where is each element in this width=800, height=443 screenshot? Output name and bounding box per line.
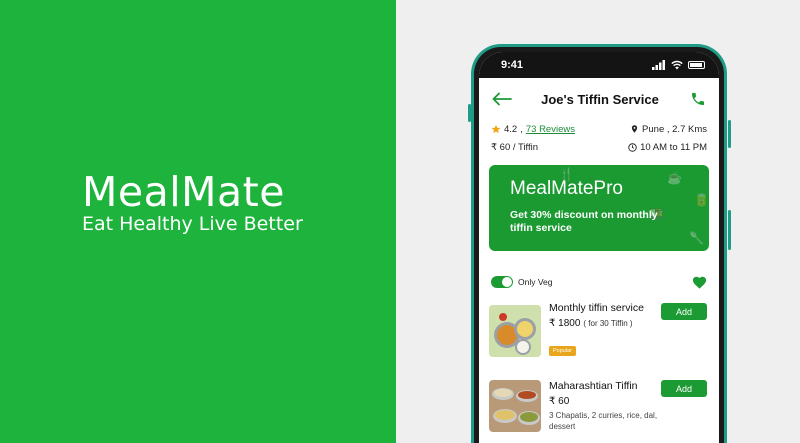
only-veg-label: Only Veg (518, 277, 553, 287)
item-name: Maharashtian Tiffin (549, 380, 638, 392)
item-price: ₹ 1800 (549, 318, 581, 329)
item-price-row: ₹ 1800( for 30 Tiffin ) (549, 318, 633, 329)
heart-icon[interactable] (692, 275, 707, 289)
info-row-price: ₹ 60 / Tiffin 10 AM to 11 PM (479, 138, 719, 156)
reviews-link[interactable]: 73 Reviews (526, 124, 575, 135)
only-veg-toggle[interactable]: Only Veg (491, 276, 553, 288)
brand-name: MealMate (82, 168, 285, 216)
promo-banner[interactable]: 🍴 ☕ 🥫 🍱 🥄 MealMatePro Get 30% discount o… (489, 165, 709, 251)
item-price-note: ( for 30 Tiffin ) (583, 319, 633, 328)
item-price: ₹ 60 (549, 396, 570, 407)
status-icons (652, 60, 705, 70)
toggle-switch[interactable] (491, 276, 513, 288)
brand-panel: MealMate Eat Healthy Live Better (0, 0, 396, 443)
promo-brand: MealMate (510, 178, 594, 199)
location-info: Pune , 2.7 Kms (630, 124, 707, 135)
food-doodle-icon: ☕ (667, 171, 682, 185)
status-bar: 9:41 (479, 52, 719, 78)
back-arrow-icon[interactable] (491, 88, 513, 110)
rating-value: 4.2 (504, 123, 518, 135)
tiffin-thumbnail (489, 380, 541, 432)
opening-hours: 10 AM to 11 PM (640, 141, 707, 153)
rating-info: 4.2, 73 Reviews (491, 124, 575, 135)
app-header: Joe's Tiffin Service (479, 78, 719, 120)
phone-mockup: 9:41 Joe's Tiffin Service 4.2 , 73 Revie… (471, 44, 727, 443)
rating-separator: , (520, 123, 523, 135)
status-time: 9:41 (501, 59, 524, 71)
hours-info: 10 AM to 11 PM (628, 142, 707, 153)
clock-icon (628, 142, 637, 152)
promo-pro: Pro (593, 178, 623, 199)
food-doodle-icon: 🥄 (689, 231, 704, 245)
add-button[interactable]: Add (661, 380, 707, 397)
info-row-rating: 4.2, 73 Reviews Pune , 2.7 Kms (479, 120, 719, 138)
battery-icon (688, 61, 705, 69)
app-screen: 9:41 Joe's Tiffin Service 4.2 , 73 Revie… (479, 52, 719, 443)
item-name: Monthly tiffin service (549, 302, 644, 314)
item-description: 3 Chapatis, 2 curries, rice, dal, desser… (549, 411, 658, 431)
wifi-icon (671, 60, 683, 70)
star-icon (491, 124, 501, 134)
tiffin-thumbnail (489, 305, 541, 357)
signal-icon (652, 60, 665, 70)
price-info: ₹ 60 / Tiffin (491, 142, 538, 153)
promo-text: Get 30% discount on monthly tiffin servi… (510, 209, 658, 234)
add-button[interactable]: Add (661, 303, 707, 320)
call-icon[interactable] (687, 88, 709, 110)
location-text: Pune , 2.7 Kms (642, 123, 707, 135)
item-price-row: ₹ 60 (549, 396, 569, 407)
menu-item: Monthly tiffin service ₹ 1800( for 30 Ti… (479, 300, 719, 380)
menu-item: Maharashtian Tiffin ₹ 60 3 Chapatis, 2 c… (479, 380, 719, 443)
filter-row: Only Veg (479, 273, 719, 291)
phone-side-button (728, 210, 731, 250)
food-doodle-icon: 🥫 (694, 193, 709, 207)
popular-badge: Popular (549, 346, 576, 356)
price-per-tiffin: ₹ 60 / Tiffin (491, 141, 539, 153)
brand-tagline: Eat Healthy Live Better (82, 213, 303, 235)
page-title: Joe's Tiffin Service (541, 91, 659, 107)
location-pin-icon (631, 125, 638, 133)
phone-side-button (728, 120, 731, 148)
promo-title: MealMatePro (510, 178, 623, 200)
